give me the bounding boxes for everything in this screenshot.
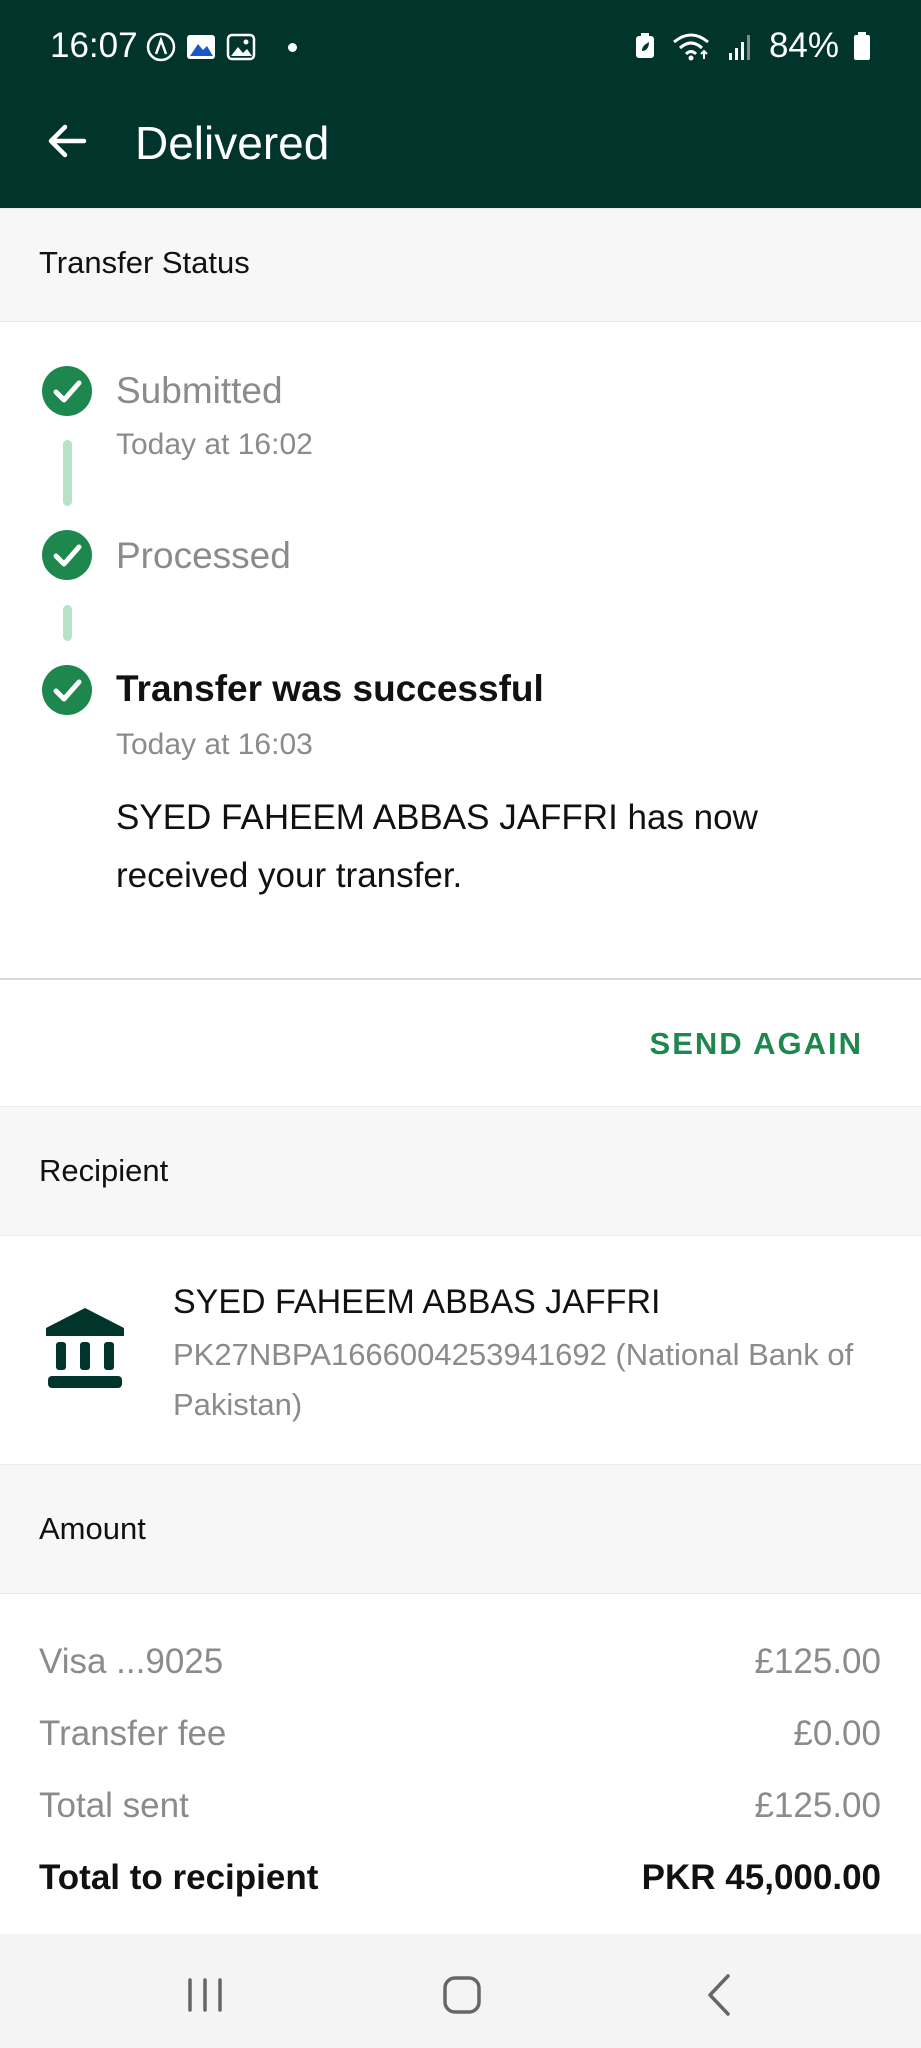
check-icon (42, 530, 92, 580)
app-header: 16:07 84% Delivered (0, 0, 921, 208)
step-time: Today at 16:03 (116, 728, 313, 761)
signal-icon (728, 35, 750, 60)
check-icon (42, 366, 92, 416)
page-title: Delivered (135, 117, 330, 169)
timeline-connector (63, 605, 72, 641)
amount-row-total-sent: Total sent £125.00 (39, 1786, 881, 1826)
check-icon (42, 665, 92, 715)
recipient-name: SYED FAHEEM ABBAS JAFFRI (173, 1283, 661, 1321)
amount-header: Amount (0, 1464, 921, 1594)
recipient-heading: Recipient (39, 1153, 169, 1188)
back-arrow-icon[interactable] (44, 118, 90, 164)
bank-icon (46, 1308, 124, 1388)
gallery-icon (226, 33, 256, 61)
step-time: Today at 16:02 (116, 428, 313, 461)
step-title: Transfer was successful (116, 668, 544, 709)
status-notification-icons (146, 32, 297, 62)
home-icon[interactable] (437, 1970, 487, 2020)
recipient-account: PK27NBPA1666004253941692 (National Bank … (173, 1337, 854, 1422)
step-message: SYED FAHEEM ABBAS JAFFRI has now receive… (116, 798, 758, 895)
timeline-connector (63, 440, 72, 506)
amount-heading: Amount (39, 1511, 146, 1546)
amount-row-total-recipient: Total to recipient PKR 45,000.00 (39, 1858, 881, 1898)
status-system-icons: 84% (633, 26, 871, 66)
amount-value: £125.00 (754, 1642, 881, 1681)
step-title: Submitted (116, 370, 283, 411)
amount-row-fee: Transfer fee £0.00 (39, 1714, 881, 1754)
battery-icon (854, 32, 870, 60)
send-again-button[interactable]: SEND AGAIN (650, 1026, 863, 1062)
mountain-app-icon (187, 35, 215, 59)
transfer-status-header: Transfer Status (0, 208, 921, 322)
battery-saver-icon (635, 33, 654, 58)
tracking-app-icon (146, 32, 176, 62)
amount-label: Visa ...9025 (39, 1642, 224, 1681)
amount-label: Transfer fee (39, 1714, 227, 1753)
notification-dot (288, 42, 297, 52)
system-nav-bar (0, 1934, 921, 2048)
status-time: 16:07 (50, 26, 138, 65)
recent-apps-icon[interactable] (180, 1970, 230, 2020)
amount-row-card: Visa ...9025 £125.00 (39, 1642, 881, 1682)
battery-percent: 84% (768, 26, 839, 65)
recipient-header: Recipient (0, 1106, 921, 1236)
step-title: Processed (116, 535, 291, 576)
amount-value: PKR 45,000.00 (641, 1858, 881, 1897)
transfer-status-heading: Transfer Status (39, 245, 250, 280)
wifi-icon (672, 33, 709, 61)
amount-label: Total to recipient (39, 1858, 319, 1897)
amount-value: £125.00 (754, 1786, 881, 1825)
back-nav-icon[interactable] (696, 1970, 746, 2020)
amount-value: £0.00 (793, 1714, 881, 1753)
divider (0, 978, 921, 980)
amount-label: Total sent (39, 1786, 189, 1825)
